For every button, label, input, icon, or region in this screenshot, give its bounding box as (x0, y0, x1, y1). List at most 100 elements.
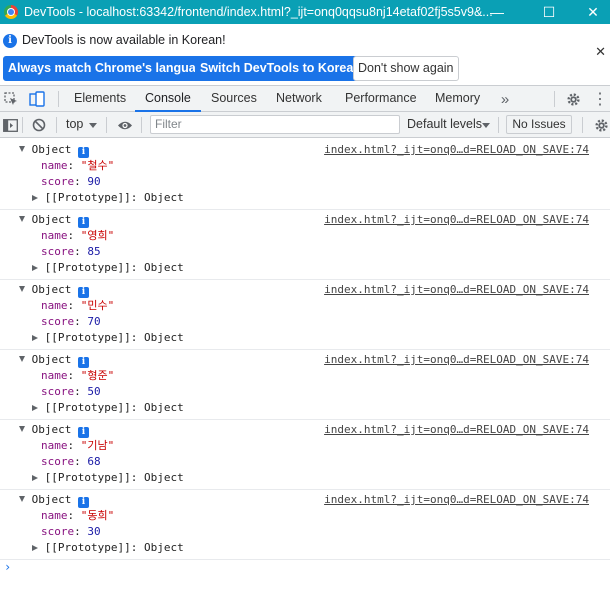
console-message: Object i index.html?_ijt=onq0…d=RELOAD_O… (0, 140, 610, 210)
property-value: "기남" (80, 439, 115, 452)
close-window-button[interactable]: ✕ (570, 0, 610, 24)
show-sidebar-icon[interactable] (1, 112, 19, 138)
clear-console-icon[interactable] (30, 112, 48, 138)
source-link[interactable]: index.html?_ijt=onq0…d=RELOAD_ON_SAVE:74 (324, 142, 589, 158)
console-prompt-input[interactable]: › (4, 560, 11, 574)
always-match-language-button[interactable]: Always match Chrome's language (3, 56, 216, 81)
object-header[interactable]: Object i (19, 212, 89, 228)
property-value: 68 (87, 455, 101, 468)
levels-dropdown-arrow-icon[interactable] (481, 112, 491, 138)
context-selector[interactable]: top (66, 117, 83, 131)
prototype-row[interactable]: [[Prototype]]: Object (32, 330, 184, 346)
info-badge-icon[interactable]: i (78, 147, 89, 158)
property-value: "민수" (80, 299, 115, 312)
divider (582, 117, 583, 133)
object-label: Object (31, 283, 72, 296)
info-badge-icon[interactable]: i (78, 497, 89, 508)
source-link[interactable]: index.html?_ijt=onq0…d=RELOAD_ON_SAVE:74 (324, 352, 589, 368)
divider (554, 91, 555, 107)
info-badge-icon[interactable]: i (78, 427, 89, 438)
divider (58, 91, 59, 107)
expand-arrow-icon[interactable] (19, 286, 25, 292)
source-link[interactable]: index.html?_ijt=onq0…d=RELOAD_ON_SAVE:74 (324, 492, 589, 508)
prototype-row[interactable]: [[Prototype]]: Object (32, 260, 184, 276)
infobar-close-button[interactable]: ✕ (595, 44, 606, 60)
log-levels-dropdown[interactable]: Default levels (407, 117, 482, 131)
collapse-arrow-icon[interactable] (32, 545, 38, 551)
context-dropdown-arrow-icon[interactable] (88, 112, 98, 138)
property-value: 90 (87, 175, 101, 188)
tab-memory[interactable]: Memory (425, 86, 490, 112)
property-key: score (41, 385, 75, 398)
property-key: name (41, 369, 68, 382)
property-key: score (41, 455, 75, 468)
property-key: name (41, 229, 68, 242)
source-link[interactable]: index.html?_ijt=onq0…d=RELOAD_ON_SAVE:74 (324, 282, 589, 298)
tab-network[interactable]: Network (266, 86, 332, 112)
divider (56, 117, 57, 133)
object-header[interactable]: Object i (19, 282, 89, 298)
source-link[interactable]: index.html?_ijt=onq0…d=RELOAD_ON_SAVE:74 (324, 212, 589, 228)
property-value: "동희" (80, 509, 115, 522)
device-toolbar-icon[interactable] (27, 86, 47, 112)
info-badge-icon[interactable]: i (78, 287, 89, 298)
property-key: score (41, 175, 75, 188)
property-key: score (41, 315, 75, 328)
property-value: 85 (87, 245, 101, 258)
expand-arrow-icon[interactable] (19, 496, 25, 502)
tab-elements[interactable]: Elements (64, 86, 136, 112)
property-value: "형준" (80, 369, 115, 382)
prototype-row[interactable]: [[Prototype]]: Object (32, 190, 184, 206)
console-message: Object i index.html?_ijt=onq0…d=RELOAD_O… (0, 490, 610, 560)
prototype-row[interactable]: [[Prototype]]: Object (32, 400, 184, 416)
collapse-arrow-icon[interactable] (32, 405, 38, 411)
prototype-row[interactable]: [[Prototype]]: Object (32, 470, 184, 486)
object-header[interactable]: Object i (19, 422, 89, 438)
property-key: name (41, 159, 68, 172)
tab-console[interactable]: Console (135, 86, 201, 112)
property-value: 30 (87, 525, 101, 538)
issues-button[interactable]: No Issues (506, 115, 572, 134)
console-settings-gear-icon[interactable] (592, 112, 610, 138)
prototype-label: [[Prototype]]: Object (44, 261, 184, 274)
collapse-arrow-icon[interactable] (32, 265, 38, 271)
chrome-logo-icon (4, 5, 18, 19)
object-header[interactable]: Object i (19, 492, 89, 508)
kebab-menu-icon[interactable]: ⋮ (592, 86, 608, 112)
info-badge-icon[interactable]: i (78, 217, 89, 228)
source-link[interactable]: index.html?_ijt=onq0…d=RELOAD_ON_SAVE:74 (324, 422, 589, 438)
property-value: "철수" (80, 159, 115, 172)
collapse-arrow-icon[interactable] (32, 195, 38, 201)
info-badge-icon[interactable]: i (78, 357, 89, 368)
expand-arrow-icon[interactable] (19, 356, 25, 362)
maximize-button[interactable]: ☐ (526, 0, 572, 24)
minimize-button[interactable]: — (474, 0, 520, 24)
collapse-arrow-icon[interactable] (32, 475, 38, 481)
devtools-tab-strip: Elements Console Sources Network Perform… (0, 86, 610, 112)
collapse-arrow-icon[interactable] (32, 335, 38, 341)
live-expression-eye-icon[interactable] (115, 112, 135, 138)
window-title: DevTools - localhost:63342/frontend/inde… (24, 5, 493, 19)
switch-to-korean-button[interactable]: Switch DevTools to Korean (195, 56, 366, 81)
expand-arrow-icon[interactable] (19, 426, 25, 432)
property-value: 50 (87, 385, 101, 398)
expand-arrow-icon[interactable] (19, 146, 25, 152)
tab-sources[interactable]: Sources (201, 86, 267, 112)
settings-gear-icon[interactable] (563, 86, 583, 112)
object-header[interactable]: Object i (19, 352, 89, 368)
filter-input[interactable]: Filter (150, 115, 400, 134)
expand-arrow-icon[interactable] (19, 216, 25, 222)
property-key: name (41, 299, 68, 312)
dont-show-again-button[interactable]: Don't show again (353, 56, 459, 81)
console-message: Object i index.html?_ijt=onq0…d=RELOAD_O… (0, 350, 610, 420)
more-tabs-button[interactable]: » (496, 86, 514, 112)
object-header[interactable]: Object i (19, 142, 89, 158)
divider (106, 117, 107, 133)
tab-performance[interactable]: Performance (335, 86, 427, 112)
prototype-row[interactable]: [[Prototype]]: Object (32, 540, 184, 556)
prototype-label: [[Prototype]]: Object (44, 541, 184, 554)
inspect-element-icon[interactable] (2, 86, 20, 112)
console-message: Object i index.html?_ijt=onq0…d=RELOAD_O… (0, 420, 610, 490)
info-icon: i (3, 34, 17, 48)
console-message: Object i index.html?_ijt=onq0…d=RELOAD_O… (0, 280, 610, 350)
